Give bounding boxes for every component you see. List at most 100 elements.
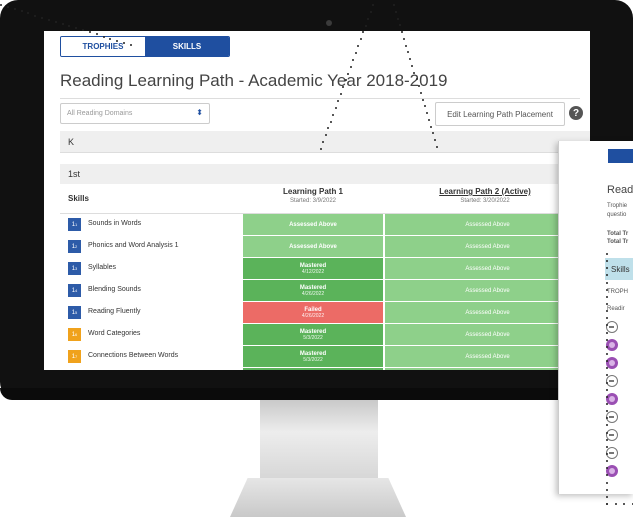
callout-dot (606, 288, 608, 291)
skill-number-badge: 12 (68, 240, 81, 253)
popup-skills-tab[interactable]: Skills (605, 258, 633, 280)
skills-column-header: Skills (68, 194, 89, 203)
callout-dot (419, 91, 422, 94)
path1-status-cell[interactable]: Failed 4/26/2022 (243, 302, 383, 323)
path1-status-date: 5/3/2022 (303, 334, 323, 341)
callout-dot (320, 148, 322, 150)
callout-dot (606, 431, 608, 434)
skill-number-badge: 14 (68, 284, 81, 297)
skill-name[interactable]: Syllables (88, 264, 116, 271)
table-row: 1 3 Syllables Mastered 4/12/2022 Assessed Abo… (60, 258, 590, 279)
monitor-frame: TROPHIES SKILLS Reading Learning Path - … (0, 0, 633, 400)
callout-dot (0, 4, 2, 6)
skill-number-badge: 16 (68, 328, 81, 341)
callout-dot (41, 16, 44, 19)
path1-status-date: 4/26/2022 (301, 290, 325, 297)
path2-column-header[interactable]: Learning Path 2 (Active) Started: 3/20/2… (415, 187, 555, 204)
path1-status-cell[interactable]: Assessed Above (243, 214, 383, 235)
skill-number-badge: 15 (68, 306, 81, 319)
callout-dot (339, 93, 342, 96)
path1-status-cell[interactable]: Mastered5/3/2022 (243, 368, 383, 370)
monitor-chin (0, 388, 633, 400)
path2-status: Assessed Above (465, 287, 510, 294)
callout-dot (393, 4, 395, 6)
path2-status: Assessed Above (465, 331, 510, 338)
callout-dot (47, 18, 50, 21)
callout-dot (397, 17, 400, 20)
callout-dot (334, 106, 337, 109)
skill-name[interactable]: Blending Sounds (88, 286, 141, 293)
grade-band-1st[interactable]: 1st (60, 164, 590, 184)
path1-title: Learning Path 1 (282, 187, 343, 196)
callout-dot (623, 503, 626, 505)
callout-dot (395, 10, 398, 13)
path1-status-cell[interactable]: Mastered 4/12/2022 (243, 258, 383, 279)
skill-name[interactable]: Connections Between Words (88, 352, 178, 359)
callout-dot (429, 125, 432, 128)
callout-dot (349, 65, 352, 68)
path2-status: Assessed Above (465, 221, 510, 228)
domain-filter-value: All Reading Domains (67, 110, 133, 117)
path1-status-cell[interactable]: Mastered5/3/2022 (243, 346, 383, 367)
table-row: 1 1 Sounds in Words Assessed Above Assessed … (60, 214, 590, 235)
callout-dot (606, 453, 608, 455)
trophies-popup-panel: Read Trophie questio Total Tr Total Tr S… (558, 141, 633, 494)
monitor-stand-base (230, 478, 406, 517)
callout-dot (364, 24, 367, 27)
table-row: 1 2 Phonics and Word Analysis 1 Assessed Ab… (60, 236, 590, 257)
callout-dot (372, 4, 374, 6)
skill-name[interactable]: Phonics and Word Analysis 1 (88, 242, 179, 249)
callout-dot (354, 52, 357, 54)
monitor-stand-neck (260, 400, 378, 480)
callout-dot (6, 6, 9, 9)
path1-status-cell[interactable]: Mastered5/3/2022 (243, 324, 383, 345)
skill-name[interactable]: Word Categories (88, 330, 140, 337)
skills-tab[interactable]: SKILLS (145, 37, 229, 56)
callout-dot (606, 295, 608, 298)
callout-dot (329, 120, 332, 123)
path2-status: Assessed Above (465, 243, 510, 250)
callout-dot (367, 17, 370, 20)
skill-number-badge: 13 (68, 262, 81, 275)
callout-dot (606, 503, 608, 505)
path1-status-cell[interactable]: Mastered 4/26/2022 (243, 280, 383, 301)
table-row: 1 5 Reading Fluently Failed 4/26/2022 Assesse… (60, 302, 590, 323)
skill-number-badge: 11 (68, 218, 81, 231)
callout-dot (606, 345, 608, 348)
path1-column-header: Learning Path 1 Started: 3/9/2022 (243, 187, 383, 204)
title-divider (60, 98, 580, 99)
path1-status-cell[interactable]: Assessed Above (243, 236, 383, 257)
table-row: 1 7 Connections Between Words Mastered 5/3/2… (60, 346, 590, 367)
callout-dot (417, 85, 420, 88)
path2-title[interactable]: Learning Path 2 (Active) (415, 187, 555, 196)
edit-learning-path-button[interactable]: Edit Learning Path Placement (435, 102, 565, 126)
callout-dot (606, 303, 608, 305)
popup-tab-bar[interactable] (608, 149, 633, 163)
callout-dot (606, 445, 608, 448)
skill-name[interactable]: Sounds in Words (88, 220, 141, 227)
domain-filter-select[interactable]: All Reading Domains ⬍ (60, 103, 210, 124)
callout-dot (34, 14, 37, 17)
callout-dot (61, 22, 64, 25)
callout-dot (606, 353, 608, 355)
popup-total-line1: Total Tr (607, 231, 629, 237)
callout-dot (606, 381, 608, 384)
help-icon[interactable]: ? (569, 106, 583, 120)
trophy-icon[interactable] (606, 339, 618, 351)
callout-dot (425, 112, 428, 115)
minus-circle-icon[interactable] (606, 321, 618, 333)
minus-circle-icon[interactable] (606, 375, 618, 387)
table-header: Skills Learning Path 1 Started: 3/9/2022… (60, 184, 590, 214)
webcam-dot (326, 20, 332, 26)
callout-dot (436, 146, 438, 148)
callout-dot (54, 20, 57, 23)
skill-name[interactable]: Reading Fluently (88, 308, 141, 315)
callout-dot (606, 253, 608, 255)
trophies-tab[interactable]: TROPHIES (61, 37, 145, 56)
callout-dot (606, 403, 608, 405)
app-screen: TROPHIES SKILLS Reading Learning Path - … (44, 31, 590, 370)
callout-dot (606, 488, 608, 491)
table-row: 1 4 Blending Sounds Mastered 4/26/2022 Assess… (60, 280, 590, 301)
skills-table-body: 1 1 Sounds in Words Assessed Above Assessed … (60, 214, 590, 370)
callout-dot (606, 281, 608, 284)
